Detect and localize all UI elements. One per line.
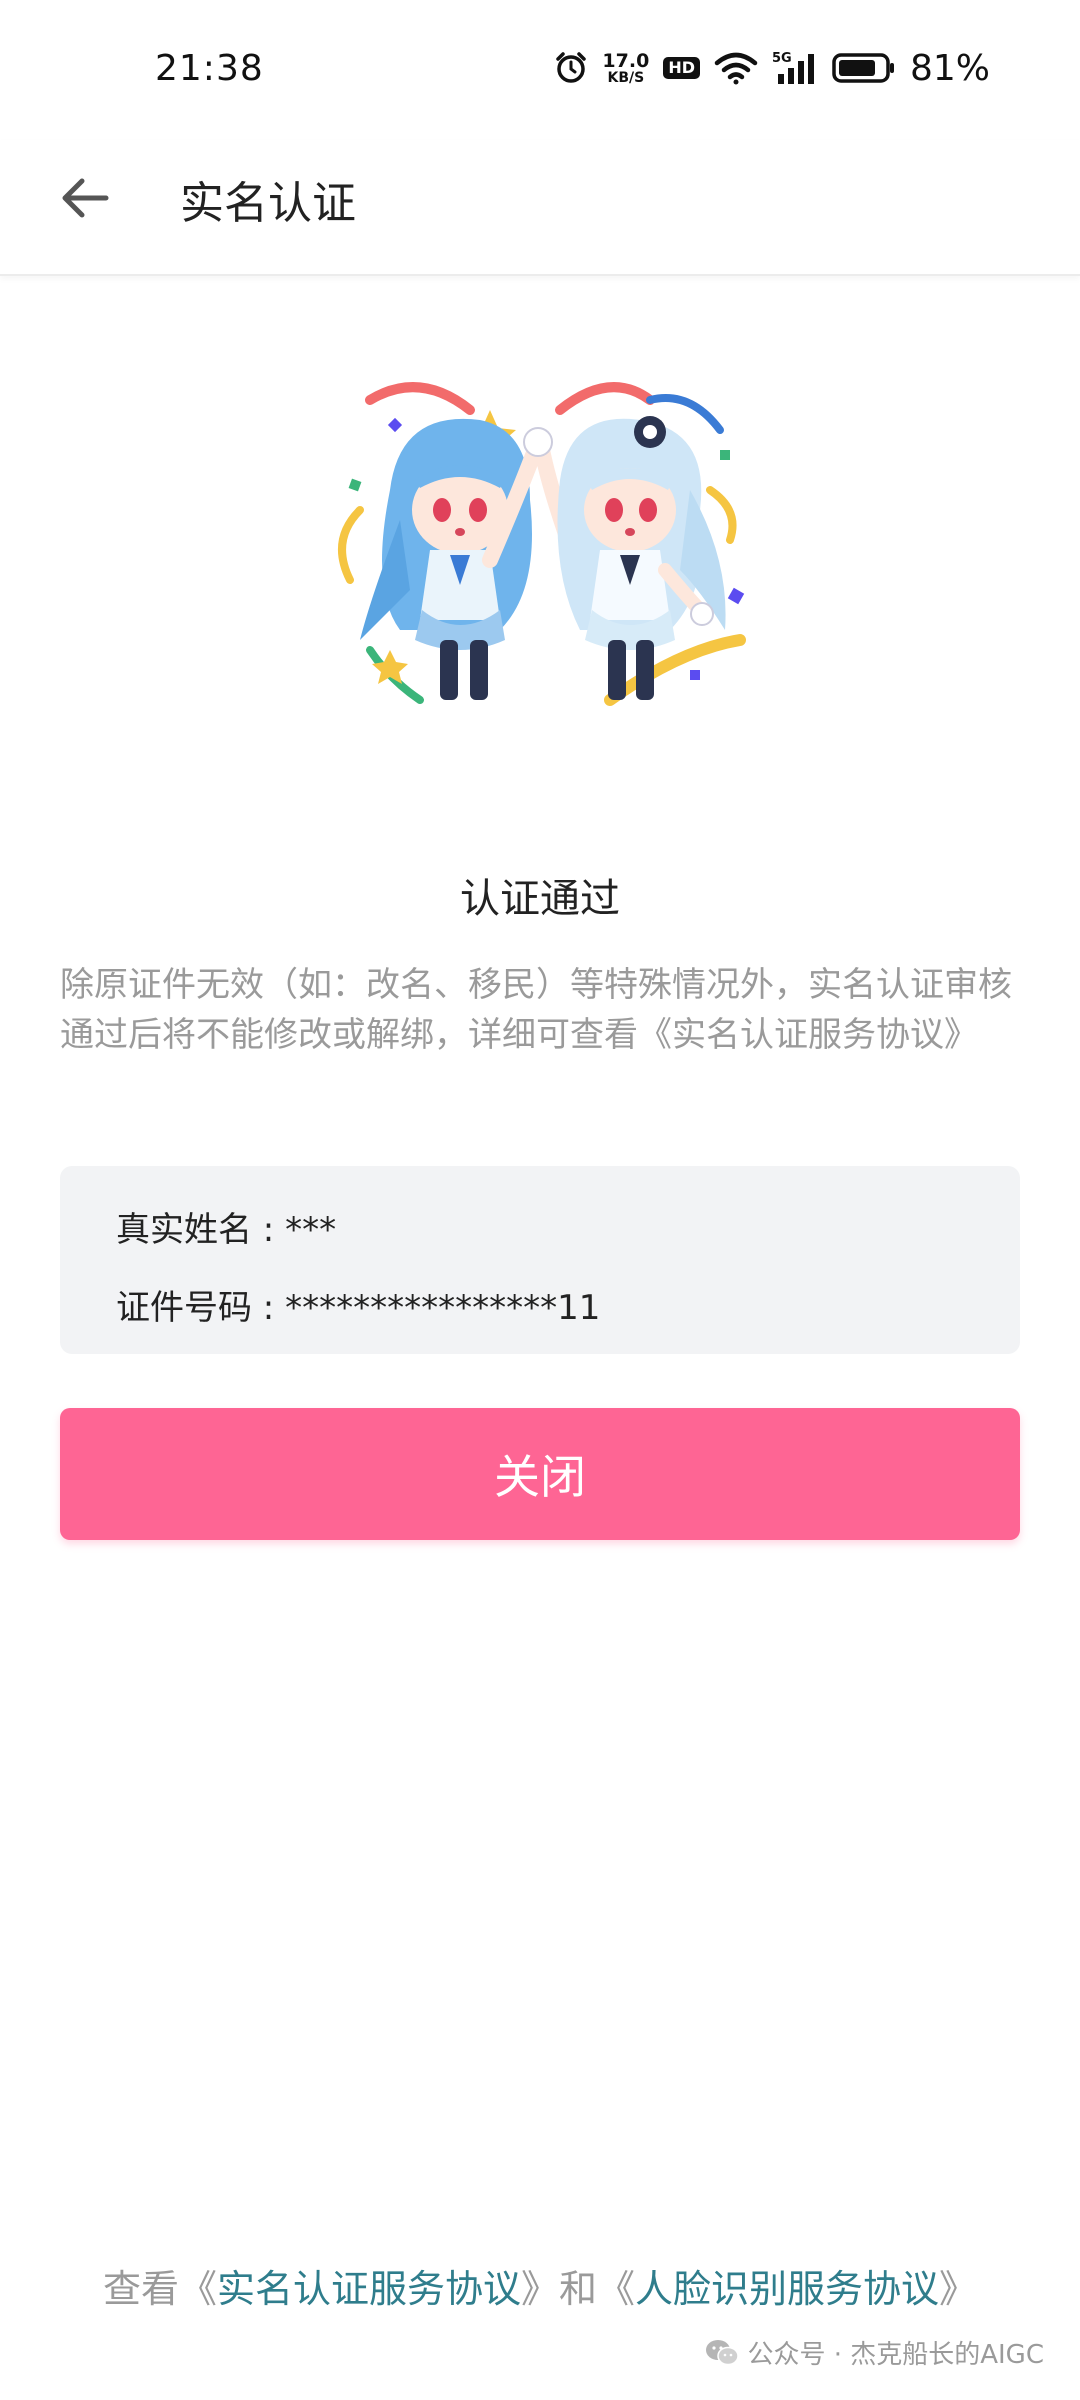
net-speed: 17.0 KB/S: [602, 49, 650, 86]
page: 21:38 17.0 KB/S HD 5G 81% 实名认证 认证通过 除原证件…: [0, 0, 1080, 2400]
wifi-icon: [714, 51, 758, 85]
signal-icon: 5G: [772, 50, 818, 86]
net-speed-unit: KB/S: [607, 69, 645, 86]
wechat-icon: [705, 2339, 740, 2367]
app-bar: 实名认证: [0, 140, 1080, 276]
page-title: 实名认证: [180, 178, 356, 229]
face-recognition-agreement-link[interactable]: 人脸识别服务协议: [635, 2267, 939, 2311]
back-button[interactable]: [52, 168, 116, 232]
info-card: 真实姓名 : *** 证件号码 : ****************11: [60, 1166, 1020, 1354]
real-name-agreement-link[interactable]: 实名认证服务协议: [217, 2267, 521, 2311]
footer-mid: 》和《: [520, 2267, 635, 2311]
status-time: 21:38: [155, 48, 264, 89]
watermark-text: 公众号 · 杰克船长的AIGC: [747, 2340, 1044, 2370]
watermark: 公众号 · 杰克船长的AIGC: [705, 2334, 1044, 2371]
signal-label: 5G: [772, 51, 792, 66]
net-speed-value: 17.0: [602, 49, 650, 72]
footer-prefix: 查看《: [102, 2267, 217, 2311]
status-icons: 17.0 KB/S HD 5G 81%: [554, 46, 990, 90]
status-bar: 21:38 17.0 KB/S HD 5G 81%: [0, 0, 1080, 140]
result-title: 认证通过: [460, 876, 620, 922]
alarm-icon: [554, 51, 588, 85]
success-illustration: [330, 370, 760, 740]
hd-badge: HD: [663, 57, 700, 79]
close-button[interactable]: 关闭: [60, 1408, 1020, 1540]
back-arrow-icon: [58, 176, 110, 224]
footer-suffix: 》: [939, 2267, 978, 2311]
footer-links: 查看《实名认证服务协议》和《人脸识别服务协议》: [0, 2258, 1080, 2313]
id-number-row: 证件号码 : ****************11: [116, 1288, 601, 1328]
result-notice: 除原证件无效（如：改名、移民）等特殊情况外，实名认证审核通过后将不能修改或解绑，…: [60, 965, 1012, 1055]
battery-percent: 81%: [909, 47, 990, 89]
battery-icon: [832, 52, 896, 84]
real-name-row: 真实姓名 : ***: [116, 1210, 337, 1250]
